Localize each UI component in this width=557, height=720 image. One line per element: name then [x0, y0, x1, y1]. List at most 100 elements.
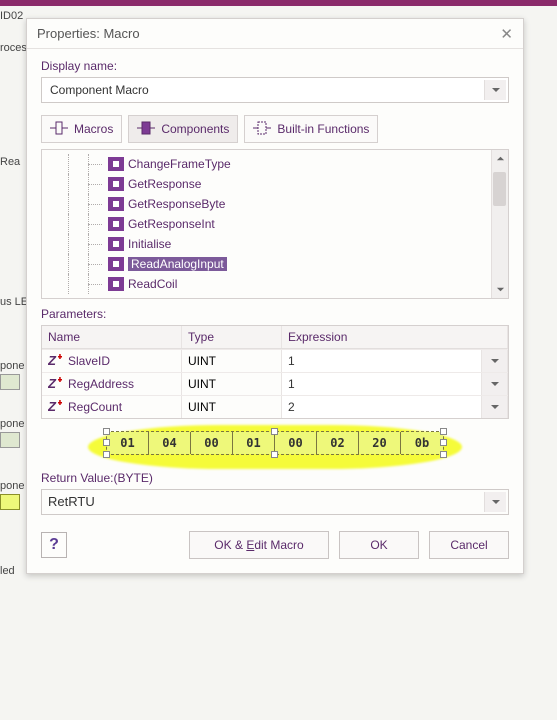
byte-cell: 02: [317, 432, 359, 454]
param-row: ZRegCountUINT2: [42, 395, 508, 418]
bg-box: [0, 494, 20, 510]
param-name: ZRegAddress: [42, 373, 182, 395]
scroll-down-icon[interactable]: [492, 281, 508, 298]
components-icon: [137, 120, 155, 139]
col-name: Name: [42, 326, 182, 348]
col-type: Type: [182, 326, 282, 348]
bg-text: pone: [0, 418, 24, 430]
param-row: ZSlaveIDUINT1: [42, 349, 508, 372]
macro-icon: [108, 157, 124, 171]
chevron-down-icon[interactable]: [484, 80, 506, 100]
return-value-label: Return Value:(BYTE): [41, 471, 509, 485]
grid-header: Name Type Expression: [42, 326, 508, 349]
chevron-down-icon[interactable]: [484, 492, 506, 512]
scroll-up-icon[interactable]: [492, 150, 508, 167]
param-expression[interactable]: 1: [282, 373, 482, 395]
bg-box: [0, 432, 20, 448]
resize-handle[interactable]: [103, 428, 110, 435]
param-type: UINT: [182, 396, 282, 418]
tree-item[interactable]: GetResponseByte: [48, 194, 508, 214]
tree-item[interactable]: GetResponse: [48, 174, 508, 194]
tab-label: Components: [161, 122, 229, 136]
byte-cell: 0b: [401, 432, 443, 454]
byte-cell: 01: [233, 432, 275, 454]
tab-components[interactable]: Components: [128, 115, 238, 143]
parameters-label: Parameters:: [41, 307, 509, 321]
tree-item[interactable]: ReadAnalogInput: [48, 254, 508, 274]
tab-label: Macros: [74, 122, 113, 136]
bg-bar: [0, 0, 557, 6]
resize-handle[interactable]: [440, 451, 447, 458]
ok-edit-macro-button[interactable]: OK & Edit Macro: [189, 531, 329, 559]
chevron-down-icon[interactable]: [482, 373, 508, 395]
macro-tree[interactable]: ChangeFrameType GetResponse GetResponseByt…: [41, 149, 509, 299]
ok-button[interactable]: OK: [339, 531, 419, 559]
tree-item-label: Initialise: [128, 237, 171, 251]
display-name-combo[interactable]: Component Macro: [41, 77, 509, 103]
close-icon[interactable]: ✕: [500, 25, 513, 43]
col-expr: Expression: [282, 326, 508, 348]
variable-icon: Z: [48, 354, 64, 368]
tab-builtin[interactable]: Built-in Functions: [244, 115, 378, 143]
resize-handle[interactable]: [103, 439, 110, 446]
properties-macro-dialog: Properties: Macro ✕ Display name: Compon…: [26, 18, 524, 574]
byte-cell: 01: [107, 432, 149, 454]
param-type: UINT: [182, 373, 282, 395]
param-row: ZRegAddressUINT1: [42, 372, 508, 395]
svg-text:Z: Z: [48, 400, 57, 414]
tree-item[interactable]: Initialise: [48, 234, 508, 254]
tree-item-label: GetResponseInt: [128, 217, 215, 231]
byte-sequence-highlight: 010400010002200b: [106, 431, 444, 461]
tree-item[interactable]: ChangeFrameType: [48, 154, 508, 174]
tab-macros[interactable]: Macros: [41, 115, 122, 143]
chevron-down-icon[interactable]: [482, 396, 508, 418]
tree-item-label: GetResponse: [128, 177, 201, 191]
cancel-button[interactable]: Cancel: [429, 531, 509, 559]
resize-handle[interactable]: [440, 428, 447, 435]
tree-item[interactable]: ReadCoil: [48, 274, 508, 294]
tree-item-label: ReadCoil: [128, 277, 177, 291]
param-name: ZSlaveID: [42, 350, 182, 372]
help-button[interactable]: ?: [41, 532, 67, 558]
parameters-grid: Name Type Expression ZSlaveIDUINT1ZRegAd…: [41, 325, 509, 419]
macro-icon: [108, 257, 124, 271]
byte-cell: 00: [191, 432, 233, 454]
macros-icon: [50, 120, 68, 139]
macro-icon: [108, 177, 124, 191]
param-expression[interactable]: 1: [282, 350, 482, 372]
param-type: UINT: [182, 350, 282, 372]
tab-label: Built-in Functions: [277, 122, 369, 136]
macro-icon: [108, 197, 124, 211]
scroll-thumb[interactable]: [493, 172, 506, 206]
resize-handle[interactable]: [271, 428, 278, 435]
resize-handle[interactable]: [271, 451, 278, 458]
dialog-title: Properties: Macro: [37, 26, 140, 41]
macro-icon: [108, 277, 124, 291]
macro-icon: [108, 217, 124, 231]
tree-item-label: ReadAnalogInput: [128, 257, 227, 271]
tree-item-label: GetResponseByte: [128, 197, 225, 211]
btn-text: OK &: [214, 538, 246, 552]
macro-icon: [108, 237, 124, 251]
tree-item[interactable]: GetResponseInt: [48, 214, 508, 234]
param-expression[interactable]: 2: [282, 396, 482, 418]
bg-text: ID02: [0, 10, 23, 22]
bg-text: pone: [0, 360, 24, 372]
chevron-down-icon[interactable]: [482, 350, 508, 372]
byte-cell: 00: [275, 432, 317, 454]
variable-icon: Z: [48, 400, 64, 414]
bg-text: roces: [0, 42, 27, 54]
display-name-value: Component Macro: [50, 83, 149, 97]
dialog-titlebar: Properties: Macro ✕: [27, 19, 523, 49]
bg-text: pone: [0, 480, 24, 492]
return-value-combo[interactable]: RetRTU: [41, 489, 509, 515]
scrollbar[interactable]: [491, 150, 508, 298]
tree-item-label: ChangeFrameType: [128, 157, 231, 171]
byte-cell: 20: [359, 432, 401, 454]
bg-text: us LE: [0, 296, 28, 308]
byte-cell: 04: [149, 432, 191, 454]
resize-handle[interactable]: [103, 451, 110, 458]
resize-handle[interactable]: [440, 439, 447, 446]
svg-text:Z: Z: [48, 354, 57, 368]
display-name-label: Display name:: [41, 59, 509, 73]
